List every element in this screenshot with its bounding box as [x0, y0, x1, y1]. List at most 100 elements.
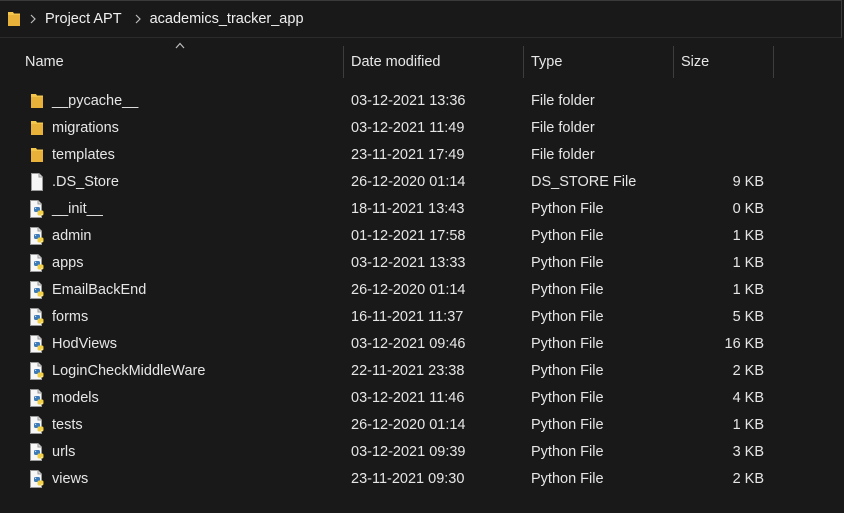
- file-row-templates[interactable]: templates 23-11-2021 17:49 File folder: [0, 141, 844, 168]
- column-header-size[interactable]: Size: [674, 48, 773, 76]
- file-row-forms[interactable]: forms 16-11-2021 11:37 Python File 5 KB: [0, 303, 844, 330]
- python-file-icon: [28, 276, 46, 303]
- file-name: __init__: [52, 200, 103, 217]
- file-date-modified: 26-12-2020 01:14: [351, 173, 466, 190]
- file-name: EmailBackEnd: [52, 281, 147, 298]
- file-size: 1 KB: [732, 416, 764, 433]
- python-file-icon: [28, 411, 46, 438]
- file-size: 2 KB: [732, 470, 764, 487]
- file-date-modified: 22-11-2021 23:38: [351, 362, 465, 379]
- file-size: 1 KB: [732, 227, 764, 244]
- file-name: apps: [52, 254, 84, 271]
- python-file-icon: [28, 465, 46, 492]
- file-name: admin: [52, 227, 92, 244]
- file-date-modified: 26-12-2020 01:14: [351, 416, 466, 433]
- file-type: File folder: [531, 119, 595, 136]
- file-size: 5 KB: [732, 308, 764, 325]
- file-size: 1 KB: [732, 281, 764, 298]
- python-file-icon: [28, 249, 46, 276]
- chevron-right-icon[interactable]: [128, 14, 148, 24]
- file-type: Python File: [531, 362, 604, 379]
- column-header-row: Name Date modified Type Size: [0, 38, 844, 78]
- column-header-size-label: Size: [681, 54, 710, 70]
- python-file-icon: [28, 222, 46, 249]
- file-row-pycache[interactable]: __pycache__ 03-12-2021 13:36 File folder: [0, 87, 844, 114]
- file-size: 2 KB: [732, 362, 764, 379]
- file-name: tests: [52, 416, 83, 433]
- file-type: Python File: [531, 416, 604, 433]
- file-row-migrations[interactable]: migrations 03-12-2021 11:49 File folder: [0, 114, 844, 141]
- column-divider[interactable]: [773, 46, 774, 78]
- file-name: templates: [52, 146, 115, 163]
- file-type: Python File: [531, 227, 604, 244]
- chevron-right-icon[interactable]: [23, 14, 43, 24]
- file-type: File folder: [531, 146, 595, 163]
- file-row-tests[interactable]: tests 26-12-2020 01:14 Python File 1 KB: [0, 411, 844, 438]
- file-icon: [28, 168, 46, 195]
- file-name: __pycache__: [52, 92, 139, 109]
- file-name: .DS_Store: [52, 173, 119, 190]
- breadcrumb-project-apt[interactable]: Project APT: [45, 11, 122, 27]
- column-header-date-modified[interactable]: Date modified: [344, 48, 523, 76]
- column-header-type-label: Type: [531, 54, 563, 70]
- file-size: 3 KB: [732, 443, 764, 460]
- folder-icon: [7, 11, 23, 27]
- file-row-urls[interactable]: urls 03-12-2021 09:39 Python File 3 KB: [0, 438, 844, 465]
- breadcrumb-academics-tracker-app[interactable]: academics_tracker_app: [150, 11, 304, 27]
- file-date-modified: 23-11-2021 17:49: [351, 146, 465, 163]
- file-row-views[interactable]: views 23-11-2021 09:30 Python File 2 KB: [0, 465, 844, 492]
- file-size: 0 KB: [732, 200, 764, 217]
- file-name: urls: [52, 443, 76, 460]
- file-row-models[interactable]: models 03-12-2021 11:46 Python File 4 KB: [0, 384, 844, 411]
- file-type: File folder: [531, 92, 595, 109]
- file-row-logincheckmiddleware[interactable]: LoginCheckMiddleWare 22-11-2021 23:38 Py…: [0, 357, 844, 384]
- file-list: __pycache__ 03-12-2021 13:36 File folder…: [0, 87, 844, 492]
- python-file-icon: [28, 330, 46, 357]
- file-date-modified: 03-12-2021 13:33: [351, 254, 466, 271]
- file-date-modified: 03-12-2021 11:49: [351, 119, 465, 136]
- file-type: Python File: [531, 443, 604, 460]
- file-explorer-window: Project APT academics_tracker_app Name D…: [0, 0, 844, 513]
- file-size: 1 KB: [732, 254, 764, 271]
- file-size: [681, 141, 764, 168]
- file-size: [681, 87, 764, 114]
- python-file-icon: [28, 438, 46, 465]
- file-row-init[interactable]: __init__ 18-11-2021 13:43 Python File 0 …: [0, 195, 844, 222]
- file-row-admin[interactable]: admin 01-12-2021 17:58 Python File 1 KB: [0, 222, 844, 249]
- file-date-modified: 16-11-2021 11:37: [351, 308, 464, 325]
- file-row-ds-store[interactable]: .DS_Store 26-12-2020 01:14 DS_STORE File…: [0, 168, 844, 195]
- file-name: models: [52, 389, 99, 406]
- folder-icon: [28, 87, 46, 114]
- file-date-modified: 03-12-2021 11:46: [351, 389, 465, 406]
- address-bar[interactable]: Project APT academics_tracker_app: [0, 0, 842, 38]
- file-name: views: [52, 470, 89, 487]
- file-size: 16 KB: [724, 335, 765, 352]
- file-size: 9 KB: [732, 173, 764, 190]
- file-type: Python File: [531, 470, 604, 487]
- file-date-modified: 03-12-2021 09:39: [351, 443, 466, 460]
- file-name: LoginCheckMiddleWare: [52, 362, 206, 379]
- column-header-name-label: Name: [25, 54, 64, 70]
- file-type: Python File: [531, 335, 604, 352]
- file-type: Python File: [531, 254, 604, 271]
- column-header-type[interactable]: Type: [524, 48, 673, 76]
- file-type: Python File: [531, 281, 604, 298]
- python-file-icon: [28, 195, 46, 222]
- file-row-apps[interactable]: apps 03-12-2021 13:33 Python File 1 KB: [0, 249, 844, 276]
- file-type: DS_STORE File: [531, 173, 637, 190]
- python-file-icon: [28, 303, 46, 330]
- file-row-hodviews[interactable]: HodViews 03-12-2021 09:46 Python File 16…: [0, 330, 844, 357]
- file-name: migrations: [52, 119, 119, 136]
- file-name: HodViews: [52, 335, 118, 352]
- folder-icon: [28, 114, 46, 141]
- file-row-emailbackend[interactable]: EmailBackEnd 26-12-2020 01:14 Python Fil…: [0, 276, 844, 303]
- file-date-modified: 26-12-2020 01:14: [351, 281, 466, 298]
- file-date-modified: 18-11-2021 13:43: [351, 200, 465, 217]
- folder-icon: [28, 141, 46, 168]
- python-file-icon: [28, 384, 46, 411]
- file-date-modified: 03-12-2021 13:36: [351, 92, 466, 109]
- column-header-name[interactable]: Name: [18, 48, 343, 76]
- column-header-date-label: Date modified: [351, 54, 441, 70]
- file-size: 4 KB: [732, 389, 764, 406]
- file-type: Python File: [531, 200, 604, 217]
